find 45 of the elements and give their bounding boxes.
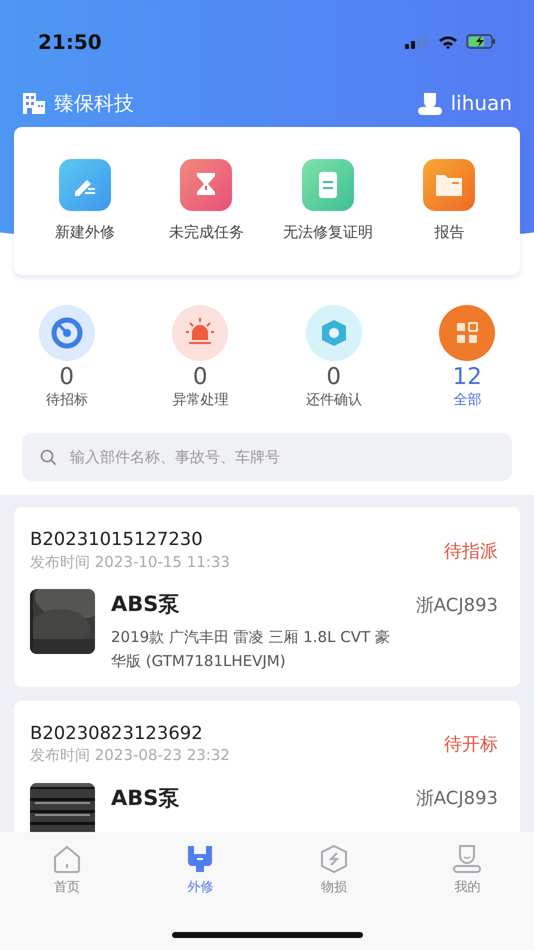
profile-icon xyxy=(452,844,482,874)
folder-icon[interactable] xyxy=(423,159,476,211)
user-name[interactable]: lihuan xyxy=(450,88,512,118)
order-card[interactable]: B20230823123692 发布时间 2023-08-23 23:32 待开标 ABS泵 浙ACJ893 xyxy=(14,700,520,832)
building-icon xyxy=(22,91,46,115)
order-card[interactable]: B20231015127230 发布时间 2023-10-15 11:33 待指派 ABS泵 浙ACJ893 2019款 广汽丰田 雷凌 三厢 1.8L CVT 豪华版 (GTM7181LHEVJM) xyxy=(14,507,520,687)
status-count: 0 xyxy=(192,365,208,390)
shortcut-label[interactable]: 报告 xyxy=(434,221,464,244)
publish-time: 发布时间 2023-08-23 23:32 xyxy=(30,745,230,766)
document-icon[interactable] xyxy=(302,159,354,211)
status-count: 12 xyxy=(452,365,482,390)
hourglass-icon[interactable] xyxy=(180,159,232,211)
alarm-icon[interactable] xyxy=(172,305,228,361)
pencil-icon[interactable] xyxy=(58,159,111,211)
part-name: ABS泵 xyxy=(111,784,180,812)
user-icon xyxy=(416,90,443,116)
status-label[interactable]: 全部 xyxy=(453,390,482,412)
company-name: 臻保科技 xyxy=(54,90,134,117)
order-status: 待指派 xyxy=(444,540,498,564)
plate-number: 浙ACJ893 xyxy=(416,594,498,618)
part-name: ABS泵 xyxy=(111,591,180,618)
status-label[interactable]: 异常处理 xyxy=(172,390,228,412)
shortcut-label[interactable]: 新建外修 xyxy=(54,221,115,244)
plate-number: 浙ACJ893 xyxy=(416,787,498,812)
status-time: 21:50 xyxy=(38,28,102,56)
status-count: 0 xyxy=(326,365,342,390)
status-label[interactable]: 待招标 xyxy=(46,390,88,412)
battery-icon xyxy=(466,34,496,49)
order-status: 待开标 xyxy=(444,733,498,758)
shortcut-label[interactable]: 无法修复证明 xyxy=(282,221,373,244)
vehicle-model: 2019款 广汽丰田 雷凌 三厢 1.8L CVT 豪华版 (GTM7181LHEVJM) xyxy=(111,626,391,672)
publish-time: 发布时间 2023-10-15 11:33 xyxy=(30,552,230,573)
signal-icon xyxy=(405,34,430,48)
order-number: B20230823123692 xyxy=(30,722,204,744)
shortcut-label[interactable]: 未完成任务 xyxy=(168,221,244,244)
grid-icon[interactable] xyxy=(439,305,496,361)
search-field[interactable]: 输入部件名称、事故号、车牌号 xyxy=(22,433,512,482)
home-icon xyxy=(52,844,82,874)
hexagon-s-icon xyxy=(318,844,349,874)
tab-item[interactable]: 外修 xyxy=(134,844,267,898)
status-count: 0 xyxy=(59,365,74,390)
target-icon[interactable] xyxy=(38,305,95,361)
wifi-icon xyxy=(438,34,458,48)
status-label[interactable]: 还件确认 xyxy=(306,390,362,412)
order-number: B20231015127230 xyxy=(30,529,204,551)
